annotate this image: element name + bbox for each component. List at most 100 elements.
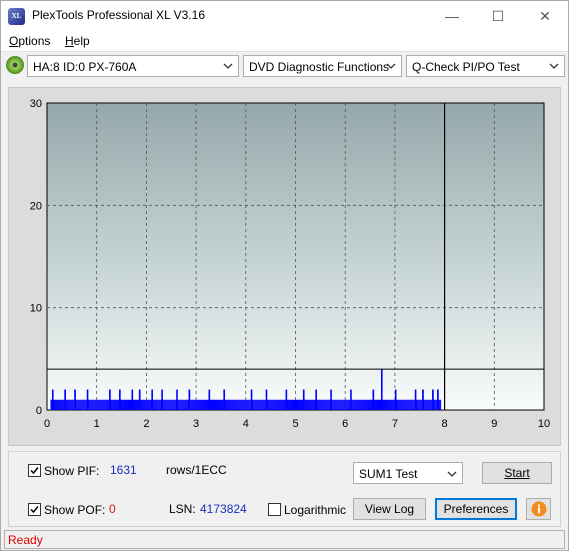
pif-bar: [430, 399, 432, 410]
pif-bar: [53, 399, 55, 410]
pif-peak-bar: [250, 389, 253, 410]
pif-bar: [145, 399, 147, 410]
pif-bar: [182, 399, 184, 410]
pif-bar: [159, 399, 161, 410]
pif-bar: [191, 399, 193, 410]
menu-options[interactable]: Options: [9, 34, 50, 48]
pif-bar: [76, 399, 78, 410]
chevron-down-icon: [549, 63, 559, 69]
pif-bar: [322, 399, 324, 410]
pif-bar: [400, 399, 402, 410]
pif-bar: [390, 399, 392, 410]
pif-bar: [200, 399, 202, 410]
pif-bar: [121, 399, 123, 410]
pif-bar: [155, 399, 157, 410]
pif-bar: [205, 399, 207, 410]
pif-bar: [401, 399, 403, 410]
pif-bar: [391, 399, 393, 410]
pif-bar: [67, 399, 69, 410]
pif-bar: [378, 399, 380, 410]
rows-label: rows/1ECC: [166, 463, 227, 477]
pif-bar: [358, 399, 360, 410]
y-tick-label: 30: [30, 98, 42, 110]
menu-help[interactable]: Help: [65, 34, 90, 48]
pif-bar: [295, 399, 297, 410]
show-pif-label: Show PIF:: [44, 464, 100, 478]
pif-bar: [201, 399, 203, 410]
pif-peak-bar: [151, 389, 153, 410]
pif-bar: [92, 399, 94, 410]
pif-bar: [244, 399, 246, 410]
pif-bar: [60, 399, 62, 410]
pif-bar: [434, 399, 436, 410]
show-pif-checkbox[interactable]: [28, 464, 41, 477]
pif-bar: [253, 399, 255, 410]
pif-bar: [306, 399, 308, 410]
status-text: Ready: [8, 533, 43, 547]
pif-bar: [215, 399, 217, 410]
pif-bar: [219, 399, 221, 410]
pif-bar: [214, 399, 216, 410]
pif-bar: [210, 399, 212, 410]
pif-bar: [194, 399, 196, 410]
pif-bar: [402, 399, 404, 410]
pif-bar: [54, 399, 56, 410]
logarithmic-checkbox[interactable]: [268, 503, 281, 516]
pif-bar: [440, 399, 442, 410]
pif-bar: [59, 399, 61, 410]
close-button[interactable]: ✕: [522, 1, 568, 31]
pif-bar: [198, 399, 200, 410]
pif-bar: [129, 399, 131, 410]
pif-bar: [309, 399, 311, 410]
sum-test-select[interactable]: SUM1 Test: [353, 462, 463, 484]
pif-bar: [346, 399, 348, 410]
pif-peak-bar: [414, 389, 417, 410]
pif-bar: [425, 399, 427, 410]
pif-peak-bar: [380, 369, 383, 410]
pif-bar: [245, 399, 247, 410]
pif-bar: [293, 399, 295, 410]
pif-bar: [237, 399, 239, 410]
pif-bar: [71, 399, 73, 410]
preferences-button[interactable]: Preferences: [435, 498, 517, 520]
title-bar[interactable]: XL PlexTools Professional XL V3.16 — ☐ ✕: [1, 1, 568, 31]
pif-bar: [311, 399, 313, 410]
function-select[interactable]: DVD Diagnostic Functions: [243, 55, 402, 77]
pif-bar: [418, 399, 420, 410]
pif-bar: [174, 399, 176, 410]
test-select[interactable]: Q-Check PI/PO Test: [406, 55, 565, 77]
pif-bar: [233, 399, 235, 410]
drive-select[interactable]: HA:8 ID:0 PX-760A: [27, 55, 239, 77]
checkmark-icon: [30, 506, 39, 514]
chevron-down-icon: [386, 63, 396, 69]
pif-bar: [164, 399, 166, 410]
pif-bar: [225, 399, 227, 410]
pif-bar: [89, 399, 91, 410]
pif-bar: [195, 399, 197, 410]
start-button[interactable]: Start: [482, 462, 552, 484]
show-pof-checkbox[interactable]: [28, 503, 41, 516]
pif-bar: [90, 399, 92, 410]
chevron-down-icon: [223, 63, 233, 69]
pif-bar: [280, 399, 282, 410]
pif-bar: [82, 399, 84, 410]
info-button[interactable]: [526, 498, 551, 520]
pif-bar: [149, 399, 151, 410]
minimize-button[interactable]: —: [429, 1, 475, 31]
pif-peak-bar: [223, 389, 226, 410]
pif-bar: [169, 399, 171, 410]
pif-bar: [142, 399, 144, 410]
pif-bar: [101, 399, 103, 410]
pif-bar: [88, 399, 90, 410]
pif-peak-bar: [285, 389, 288, 410]
view-log-button[interactable]: View Log: [353, 498, 426, 520]
pif-bar: [229, 399, 231, 410]
pof-value: 0: [109, 502, 116, 516]
pif-bar: [199, 399, 201, 410]
pif-bar: [338, 399, 340, 410]
pif-bar: [274, 399, 276, 410]
pif-bar: [141, 399, 143, 410]
pif-bar: [348, 399, 350, 410]
maximize-button[interactable]: ☐: [475, 1, 521, 31]
x-tick-label: 1: [94, 418, 100, 430]
